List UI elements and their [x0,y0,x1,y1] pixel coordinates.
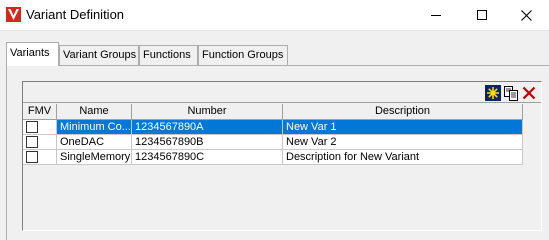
grid-toolbar [23,82,541,103]
new-icon [484,84,501,101]
table-header: FMV Name Number Description [23,104,541,120]
copy-icon [503,85,518,101]
name-cell[interactable]: Minimum Co... [57,120,132,135]
column-header-number[interactable]: Number [132,104,283,120]
fmv-checkbox[interactable] [26,121,38,133]
number-cell[interactable]: 1234567890A [132,120,283,135]
variants-table: FMV Name Number Description Minimum Co..… [23,104,541,165]
minimize-button[interactable] [413,0,459,30]
description-cell[interactable]: Description for New Variant [283,150,523,165]
number-cell[interactable]: 1234567890C [132,150,283,165]
variants-panel: FMV Name Number Description Minimum Co..… [6,65,549,240]
column-header-fmv[interactable]: FMV [23,104,57,120]
copy-button[interactable] [502,84,519,101]
v-logo-icon [6,7,21,22]
description-cell[interactable]: New Var 2 [283,135,523,150]
table-row[interactable]: SingleMemory 1234567890C Description for… [23,150,541,165]
table-row[interactable]: Minimum Co... 1234567890A New Var 1 [23,120,541,135]
fmv-cell [23,150,57,165]
fmv-checkbox[interactable] [26,136,38,148]
variant-definition-window: Variant Definition Variants Variant Grou… [0,0,549,240]
variants-grid: FMV Name Number Description Minimum Co..… [22,81,542,231]
name-cell[interactable]: OneDAC [57,135,132,150]
table-body: Minimum Co... 1234567890A New Var 1 OneD… [23,120,541,165]
fmv-cell [23,135,57,150]
delete-button[interactable] [520,84,537,101]
window-title: Variant Definition [26,7,125,22]
tab-function-groups[interactable]: Function Groups [198,45,288,65]
maximize-icon [477,10,487,20]
close-button[interactable] [503,0,549,30]
minimize-icon [431,14,441,16]
fmv-checkbox[interactable] [26,151,38,163]
name-cell[interactable]: SingleMemory [57,150,132,165]
fmv-cell [23,120,57,135]
number-cell[interactable]: 1234567890B [132,135,283,150]
description-cell[interactable]: New Var 1 [283,120,523,135]
tab-variants[interactable]: Variants [6,42,59,66]
tab-variant-groups[interactable]: Variant Groups [59,45,139,65]
table-row[interactable]: OneDAC 1234567890B New Var 2 [23,135,541,150]
close-icon [520,9,532,21]
column-header-description[interactable]: Description [283,104,523,120]
tab-strip: Variants Variant Groups Functions Functi… [0,42,549,66]
column-header-name[interactable]: Name [57,104,132,120]
title-bar: Variant Definition [0,0,549,31]
delete-icon [522,86,535,99]
maximize-button[interactable] [459,0,505,30]
tab-functions[interactable]: Functions [139,45,198,65]
new-button[interactable] [484,84,501,101]
